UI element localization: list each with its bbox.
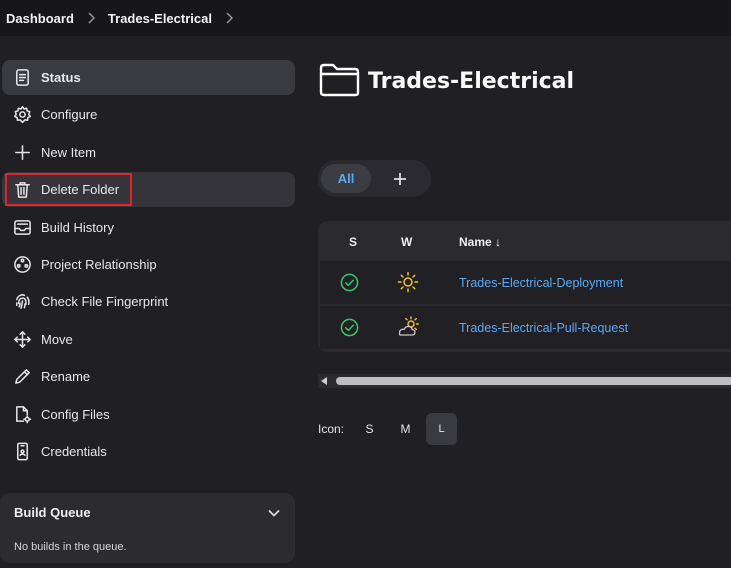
sidebar: Status Configure New Item Delete Folder … [0, 60, 296, 471]
project-link[interactable]: Trades-Electrical-Deployment [459, 276, 623, 290]
trash-icon [12, 180, 32, 200]
phone-credentials-icon [12, 441, 32, 461]
sidebar-item-configure[interactable]: Configure [2, 97, 295, 132]
relationship-icon [12, 254, 32, 274]
icon-size-small-button[interactable]: S [354, 413, 385, 445]
sidebar-item-credentials[interactable]: Credentials [2, 434, 295, 469]
sidebar-item-move[interactable]: Move [2, 322, 295, 357]
sidebar-item-new-item[interactable]: New Item [2, 135, 295, 170]
sidebar-item-build-history[interactable]: Build History [2, 210, 295, 245]
inbox-icon [12, 217, 32, 237]
sidebar-item-status[interactable]: Status [2, 60, 295, 95]
fingerprint-icon [12, 292, 32, 312]
column-header-weather[interactable]: W [401, 235, 412, 249]
sidebar-item-config-files[interactable]: Config Files [2, 397, 295, 432]
folder-icon [319, 62, 360, 101]
sidebar-item-label: Configure [41, 107, 98, 123]
gear-icon [12, 105, 32, 125]
projects-table: S W Name ↓ Trades-Electrical-Deployment … [318, 221, 731, 352]
breadcrumb-dashboard[interactable]: Dashboard [6, 11, 74, 26]
sidebar-item-label: New Item [41, 144, 96, 160]
move-icon [12, 329, 32, 349]
icon-size-selector: Icon: S M L [318, 413, 462, 445]
sidebar-item-label: Project Relationship [41, 256, 157, 272]
build-queue-message: No builds in the queue. [14, 541, 127, 553]
page-title: Trades-Electrical [368, 69, 575, 94]
column-header-status[interactable]: S [349, 235, 357, 249]
table-header: S W Name ↓ [318, 221, 731, 261]
build-queue-panel: Build Queue No builds in the queue. [0, 493, 295, 563]
sidebar-item-label: Rename [41, 369, 91, 385]
sidebar-item-rename[interactable]: Rename [2, 359, 295, 394]
sidebar-item-label: Check File Fingerprint [41, 294, 169, 310]
chevron-down-icon[interactable] [267, 506, 281, 520]
success-check-icon [340, 318, 359, 337]
scroll-left-arrow-icon[interactable] [321, 377, 327, 385]
pencil-icon [12, 367, 32, 387]
config-file-icon [12, 404, 32, 424]
chevron-right-icon[interactable] [224, 12, 234, 24]
sidebar-item-label: Config Files [41, 406, 110, 422]
tab-all[interactable]: All [321, 164, 371, 193]
project-link[interactable]: Trades-Electrical-Pull-Request [459, 321, 628, 335]
status-icon [12, 68, 32, 88]
breadcrumb: Dashboard Trades-Electrical [0, 0, 731, 36]
add-view-plus-icon[interactable] [393, 172, 407, 186]
view-tabs: All [318, 160, 431, 197]
breadcrumb-trades-electrical[interactable]: Trades-Electrical [108, 11, 212, 26]
sidebar-item-check-file-fingerprint[interactable]: Check File Fingerprint [2, 284, 295, 319]
success-check-icon [340, 273, 359, 292]
chevron-right-icon [86, 12, 96, 24]
sidebar-item-label: Credentials [41, 443, 107, 459]
icon-size-large-button[interactable]: L [426, 413, 458, 445]
sidebar-item-delete-folder[interactable]: Delete Folder [2, 172, 295, 208]
build-queue-title: Build Queue [14, 505, 91, 520]
icon-size-label: Icon: [318, 422, 345, 436]
scrollbar-thumb[interactable] [336, 377, 731, 385]
page-title-row: Trades-Electrical [319, 62, 574, 101]
table-row: Trades-Electrical-Deployment [320, 261, 731, 304]
sidebar-item-label: Status [41, 70, 81, 85]
partly-cloudy-weather-icon [396, 316, 420, 338]
icon-size-medium-button[interactable]: M [390, 413, 421, 445]
plus-icon [12, 142, 32, 162]
table-row: Trades-Electrical-Pull-Request [320, 306, 731, 349]
sidebar-item-label: Move [41, 331, 73, 347]
sidebar-item-label: Build History [41, 219, 114, 235]
sunny-weather-icon [396, 271, 420, 293]
horizontal-scrollbar[interactable] [318, 374, 731, 388]
column-header-name[interactable]: Name ↓ [459, 235, 501, 249]
sidebar-item-label: Delete Folder [41, 182, 120, 198]
sidebar-item-project-relationship[interactable]: Project Relationship [2, 247, 295, 282]
